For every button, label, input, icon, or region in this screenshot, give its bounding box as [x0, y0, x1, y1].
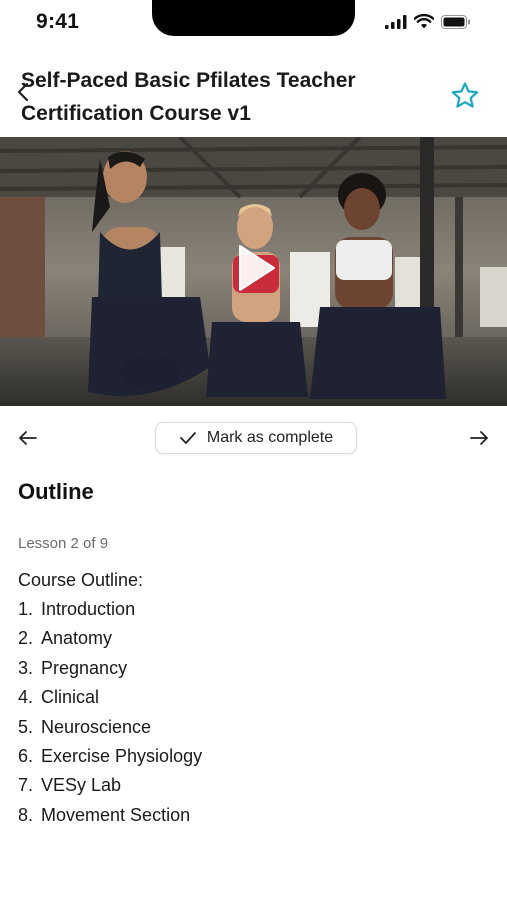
outline-item-label: Movement Section [41, 804, 191, 825]
outline-item-number: 1. [18, 599, 34, 619]
star-outline-icon[interactable] [449, 80, 481, 112]
outline-item-label: VESy Lab [41, 775, 122, 796]
outline-item: 4. Clinical [18, 683, 202, 712]
page-title: Self-Paced Basic Pfilates Teacher Certif… [21, 69, 356, 125]
outline-item-label: Exercise Physiology [41, 746, 203, 767]
check-icon [179, 432, 196, 444]
cellular-signal-icon [385, 14, 407, 29]
lesson-controls: Mark as complete [0, 420, 507, 456]
outline-item-label: Clinical [41, 687, 100, 708]
outline-item: 3. Pregnancy [18, 654, 202, 683]
outline-item-label: Pregnancy [41, 657, 128, 678]
status-time: 9:41 [36, 10, 80, 33]
wifi-icon [414, 14, 434, 29]
outline-item-number: 2. [18, 628, 34, 649]
video-player[interactable] [0, 137, 507, 406]
outline-item-label: Anatomy [41, 628, 113, 649]
outline-item-number: 5. [18, 716, 34, 737]
outline-heading: Outline [18, 479, 94, 504]
outline-item: 8. Movement Section [18, 801, 202, 830]
lesson-count: Lesson 2 of 9 [18, 535, 109, 552]
status-icons [385, 14, 471, 29]
mark-complete-label: Mark as complete [206, 429, 334, 446]
mark-complete-button[interactable]: Mark as complete [155, 422, 357, 454]
outline-item-number: 4. [18, 687, 34, 708]
battery-icon [441, 14, 470, 29]
arrow-left-icon[interactable] [17, 427, 39, 449]
outline-list: 1. Introduction 2. Anatomy 3. Pregnancy 4. C… [18, 595, 202, 830]
outline-item: 7. VESy Lab [18, 771, 202, 800]
play-icon[interactable] [226, 240, 282, 296]
outline-item-label: Neuroscience [41, 716, 152, 737]
device-notch [152, 0, 355, 36]
outline-intro: Course Outline: [18, 570, 144, 590]
outline-item-number: 6. [18, 746, 34, 767]
outline-item: 5. Neuroscience [18, 713, 202, 742]
outline-item: 6. Exercise Physiology [18, 742, 202, 771]
arrow-right-icon[interactable] [468, 427, 490, 449]
outline-item: 2. Anatomy [18, 624, 202, 653]
outline-item-number: 8. [18, 804, 34, 825]
header: Self-Paced Basic Pfilates Teacher Certif… [0, 60, 507, 132]
outline-item-number: 3. [18, 657, 34, 678]
outline-item-number: 7. [18, 775, 34, 796]
outline-item: 1. Introduction [18, 595, 202, 624]
outline-item-label: Introduction [41, 599, 136, 619]
status-bar: 9:41 [0, 0, 507, 48]
